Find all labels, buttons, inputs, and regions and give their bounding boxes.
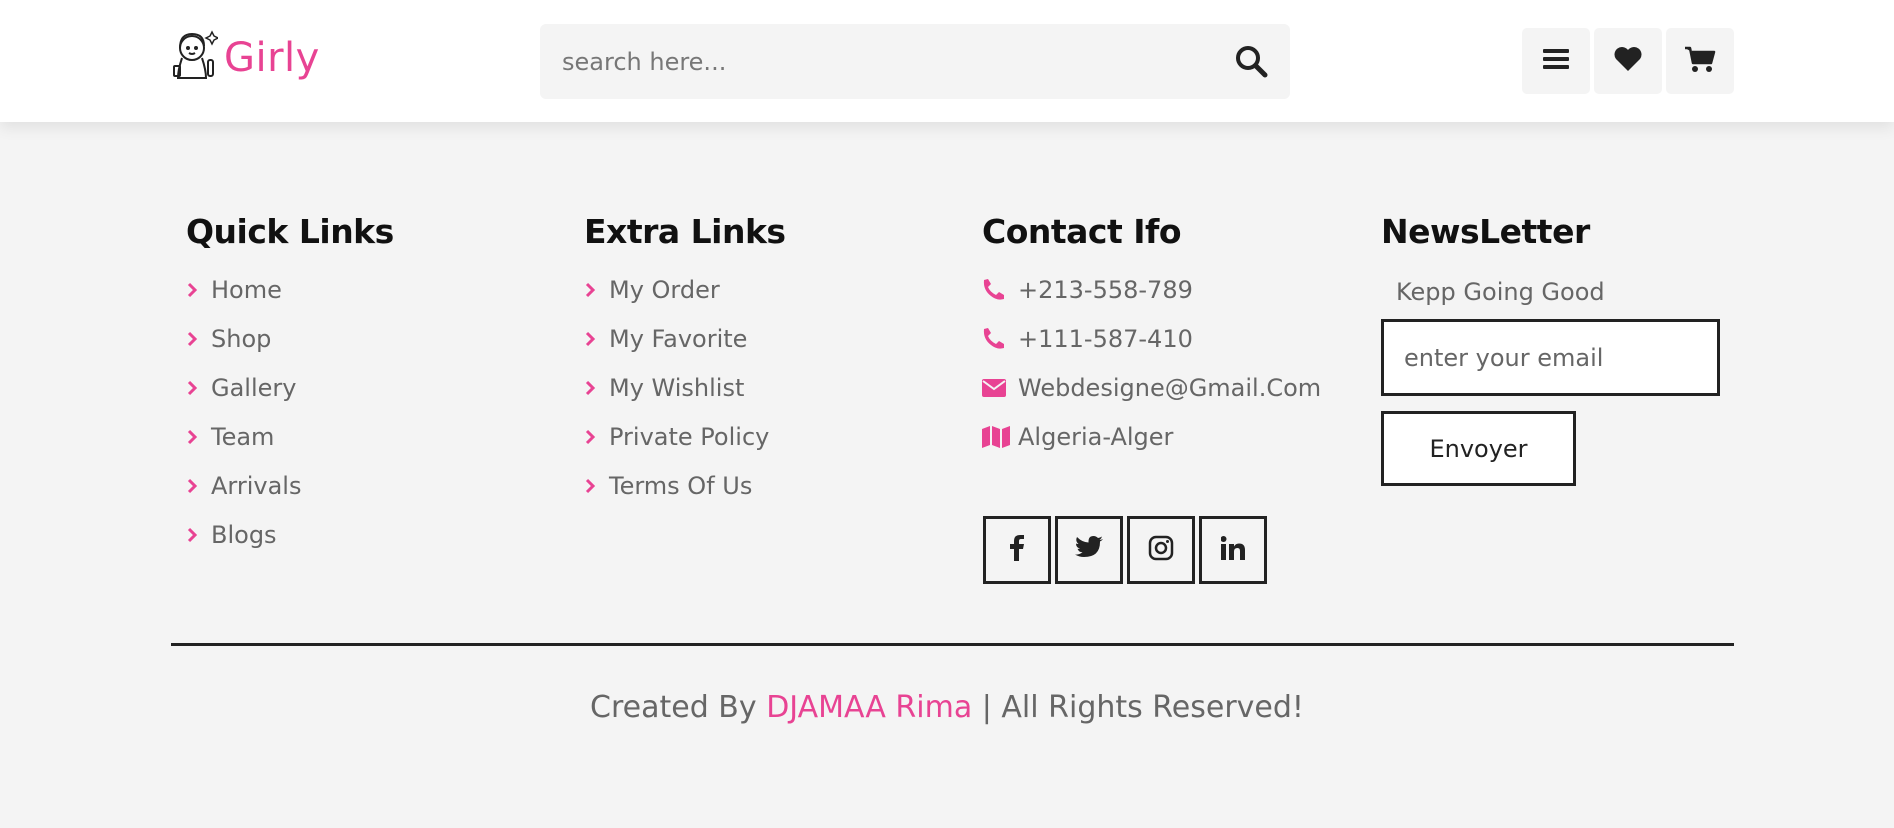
linkedin-button[interactable] <box>1199 516 1267 584</box>
cart-button[interactable] <box>1666 28 1734 94</box>
contact-email-text: Webdesigne@Gmail.Com <box>1018 373 1322 402</box>
footer-link-team[interactable]: Team <box>186 412 394 461</box>
footer-credit: Created By DJAMAA Rima | All Rights Rese… <box>0 690 1894 725</box>
site-footer: Quick Links Home Shop Gallery Team Arriv… <box>0 122 1894 828</box>
cart-icon <box>1684 45 1716 77</box>
footer-link-my-favorite[interactable]: My Favorite <box>584 314 786 363</box>
extra-links-column: Extra Links My Order My Favorite My Wish… <box>584 212 786 510</box>
envelope-icon <box>982 378 1012 397</box>
search-bar <box>540 24 1290 99</box>
newsletter-email-input[interactable] <box>1381 319 1720 396</box>
heart-icon <box>1613 46 1643 76</box>
contact-email[interactable]: Webdesigne@Gmail.Com <box>982 363 1321 412</box>
menu-button[interactable] <box>1522 28 1590 94</box>
logo[interactable]: Girly <box>172 30 320 86</box>
quick-links-column: Quick Links Home Shop Gallery Team Arriv… <box>186 212 394 559</box>
footer-link-label: My Favorite <box>609 324 748 353</box>
footer-link-label: Shop <box>211 324 272 353</box>
quick-links-title: Quick Links <box>186 212 394 251</box>
footer-link-label: My Order <box>609 275 720 304</box>
phone-icon <box>982 278 1012 302</box>
footer-link-my-wishlist[interactable]: My Wishlist <box>584 363 786 412</box>
chevron-right-icon <box>584 429 600 445</box>
footer-link-label: My Wishlist <box>609 373 745 402</box>
chevron-right-icon <box>186 331 202 347</box>
chevron-right-icon <box>584 331 600 347</box>
chevron-right-icon <box>584 380 600 396</box>
newsletter-submit-button[interactable]: Envoyer <box>1381 411 1576 486</box>
favorites-button[interactable] <box>1594 28 1662 94</box>
twitter-icon <box>1075 536 1103 564</box>
newsletter-subtitle: Kepp Going Good <box>1396 278 1605 306</box>
instagram-button[interactable] <box>1127 516 1195 584</box>
contact-phone-2[interactable]: +111-587-410 <box>982 314 1321 363</box>
newsletter-title: NewsLetter <box>1381 212 1590 251</box>
chevron-right-icon <box>584 282 600 298</box>
footer-link-label: Private Policy <box>609 422 770 451</box>
footer-link-gallery[interactable]: Gallery <box>186 363 394 412</box>
social-links <box>983 516 1267 584</box>
footer-link-arrivals[interactable]: Arrivals <box>186 461 394 510</box>
footer-link-terms[interactable]: Terms Of Us <box>584 461 786 510</box>
site-header: Girly <box>0 0 1894 122</box>
contact-address-text: Algeria-Alger <box>1018 422 1174 451</box>
footer-link-label: Gallery <box>211 373 297 402</box>
footer-link-shop[interactable]: Shop <box>186 314 394 363</box>
header-icons <box>1522 28 1734 94</box>
chevron-right-icon <box>186 527 202 543</box>
footer-link-home[interactable]: Home <box>186 265 394 314</box>
instagram-icon <box>1148 535 1174 565</box>
chevron-right-icon <box>584 478 600 494</box>
footer-link-my-order[interactable]: My Order <box>584 265 786 314</box>
logo-text: Girly <box>224 35 320 81</box>
contact-info-title: Contact Ifo <box>982 212 1182 251</box>
contact-phone-text: +111-587-410 <box>1018 324 1193 353</box>
footer-divider <box>171 643 1734 646</box>
map-icon <box>982 425 1012 448</box>
contact-info-column: Contact Ifo +213-558-789 +111-587-410 We… <box>982 212 1321 461</box>
footer-link-private-policy[interactable]: Private Policy <box>584 412 786 461</box>
chevron-right-icon <box>186 282 202 298</box>
menu-icon <box>1543 48 1569 74</box>
footer-link-label: Terms Of Us <box>609 471 753 500</box>
search-input[interactable] <box>540 47 1180 76</box>
contact-address: Algeria-Alger <box>982 412 1321 461</box>
credit-suffix: | All Rights Reserved! <box>981 690 1304 725</box>
extra-links-title: Extra Links <box>584 212 786 251</box>
facebook-button[interactable] <box>983 516 1051 584</box>
twitter-button[interactable] <box>1055 516 1123 584</box>
chevron-right-icon <box>186 380 202 396</box>
footer-link-label: Blogs <box>211 520 277 549</box>
contact-phone-1[interactable]: +213-558-789 <box>982 265 1321 314</box>
footer-link-blogs[interactable]: Blogs <box>186 510 394 559</box>
footer-link-label: Home <box>211 275 282 304</box>
chevron-right-icon <box>186 429 202 445</box>
chevron-right-icon <box>186 478 202 494</box>
footer-link-label: Arrivals <box>211 471 302 500</box>
footer-link-label: Team <box>211 422 275 451</box>
facebook-icon <box>1009 535 1025 565</box>
credit-prefix: Created By <box>590 690 757 725</box>
newsletter-column: NewsLetter Kepp Going Good Envoyer <box>1381 212 1720 486</box>
contact-phone-text: +213-558-789 <box>1018 275 1193 304</box>
girl-face-icon <box>172 30 220 86</box>
credit-author: DJAMAA Rima <box>766 690 973 725</box>
search-icon[interactable] <box>1234 44 1270 80</box>
linkedin-icon <box>1220 536 1245 564</box>
phone-icon <box>982 327 1012 351</box>
